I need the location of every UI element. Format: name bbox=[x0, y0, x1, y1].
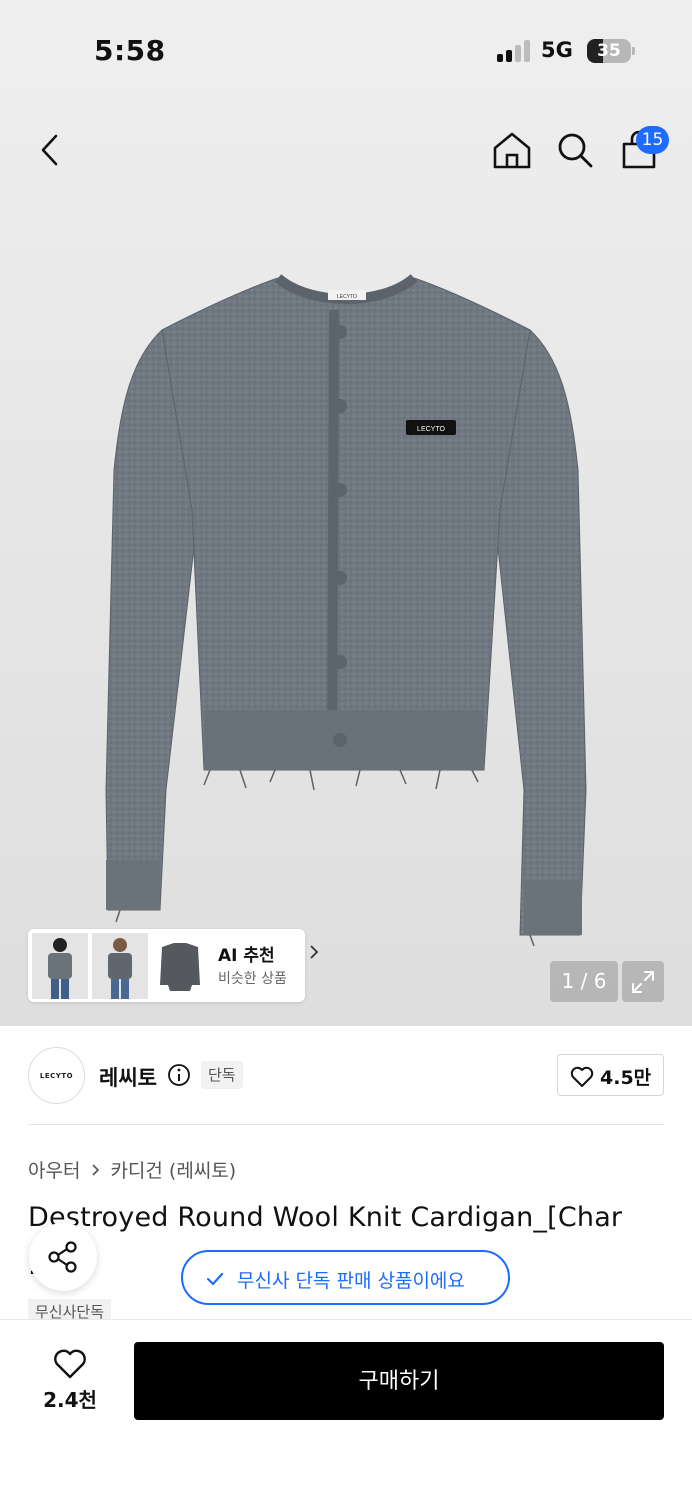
brand-like-button[interactable]: 4.5만 bbox=[557, 1054, 664, 1096]
product-gallery[interactable]: 5:58 5G 35 15 LECYTO LECYTO AI 추천 비슷한 상품… bbox=[0, 0, 692, 1026]
info-icon[interactable] bbox=[167, 1063, 191, 1087]
share-icon bbox=[48, 1241, 77, 1273]
recommend-thumb-1[interactable] bbox=[32, 933, 88, 999]
buy-button[interactable]: 구매하기 bbox=[134, 1342, 664, 1420]
ai-recommend-card[interactable]: AI 추천 비슷한 상품 bbox=[28, 929, 319, 1002]
recommend-thumb-3[interactable] bbox=[152, 933, 208, 999]
chevron-right-icon bbox=[310, 945, 319, 959]
battery-level: 35 bbox=[597, 41, 621, 61]
brand-row: LECYTO 레씨토 단독 4.5만 bbox=[0, 1026, 692, 1126]
ai-recommend-title: AI 추천 bbox=[218, 946, 275, 966]
product-title: Destroyed Round Wool Knit Cardigan_[Char bbox=[28, 1202, 623, 1233]
cart-count-badge: 15 bbox=[636, 126, 669, 154]
brand-exclusive-tag: 단독 bbox=[201, 1061, 243, 1089]
expand-button[interactable] bbox=[622, 961, 664, 1002]
brand-like-count: 4.5만 bbox=[600, 1067, 652, 1089]
network-type: 5G bbox=[541, 38, 573, 62]
recommend-thumb-2[interactable] bbox=[92, 933, 148, 999]
toast-text: 무신사 단독 판매 상품이에요 bbox=[237, 1270, 465, 1292]
status-bar: 5:58 5G 35 bbox=[0, 0, 692, 100]
back-icon bbox=[41, 134, 58, 166]
product-detail-page: 5:58 5G 35 15 LECYTO LECYTO AI 추천 비슷한 상품… bbox=[0, 0, 692, 1500]
bottom-action-bar: 2.4천 구매하기 bbox=[0, 1319, 692, 1500]
divider bbox=[28, 1124, 664, 1125]
ai-recommend-subtitle: 비슷한 상품 bbox=[218, 971, 287, 987]
brand-logo-text: LECYTO bbox=[39, 1071, 74, 1080]
breadcrumb-subcategory[interactable]: 카디건 (레씨토) bbox=[110, 1156, 236, 1183]
gallery-page-indicator: 1 / 6 bbox=[550, 961, 618, 1002]
back-button[interactable] bbox=[28, 128, 72, 172]
search-button[interactable] bbox=[553, 128, 597, 172]
battery-icon: 35 bbox=[587, 39, 631, 63]
chest-label-text: LECYTO bbox=[417, 426, 445, 433]
search-icon bbox=[558, 133, 593, 168]
expand-icon bbox=[632, 970, 654, 993]
home-button[interactable] bbox=[490, 128, 534, 172]
product-image: LECYTO LECYTO bbox=[105, 274, 587, 947]
battery-tip bbox=[632, 47, 635, 55]
top-nav bbox=[0, 110, 692, 190]
heart-icon bbox=[570, 1066, 594, 1087]
brand-logo[interactable]: LECYTO bbox=[28, 1047, 85, 1104]
home-icon bbox=[493, 132, 531, 169]
status-time: 5:58 bbox=[94, 34, 166, 67]
breadcrumb: 아우터 카디건 (레씨토) bbox=[28, 1156, 236, 1183]
collar-label-text: LECYTO bbox=[337, 294, 357, 300]
breadcrumb-category[interactable]: 아우터 bbox=[28, 1156, 80, 1183]
heart-icon[interactable] bbox=[52, 1348, 88, 1380]
check-icon bbox=[206, 1272, 224, 1286]
exclusive-toast: 무신사 단독 판매 상품이에요 bbox=[181, 1250, 510, 1305]
brand-name[interactable]: 레씨토 bbox=[99, 1062, 157, 1092]
wish-count: 2.4천 bbox=[43, 1388, 97, 1412]
share-button[interactable] bbox=[29, 1223, 97, 1291]
signal-icon bbox=[497, 40, 531, 62]
chevron-right-icon bbox=[92, 1163, 100, 1176]
